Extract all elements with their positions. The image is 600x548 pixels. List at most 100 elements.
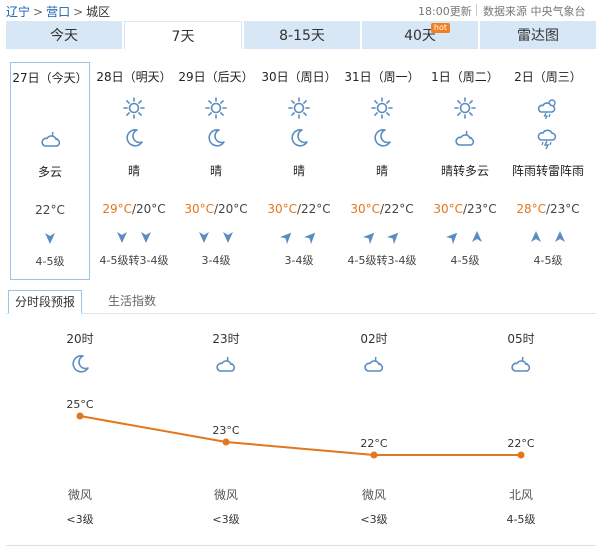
tab-radar[interactable]: 雷达图 xyxy=(480,21,596,49)
northeast-wind-icon xyxy=(386,230,401,245)
partly-cloudy-night-icon xyxy=(39,127,63,151)
moon-icon xyxy=(204,126,228,150)
hour-wind-level: 4-5级 xyxy=(506,513,536,526)
tab-8-15-days[interactable]: 8-15天 xyxy=(244,21,360,49)
divider xyxy=(476,4,477,16)
tab-hourly-forecast[interactable]: 分时段预报 xyxy=(8,290,83,314)
high-temp: 28°C xyxy=(516,202,546,216)
weather-text: 多云 xyxy=(37,165,62,179)
moon-icon xyxy=(68,352,92,376)
seven-day-forecast: 27日（今天） 多云 22°C 4-5级 28日（明天） 晴 29°C/20°C 4-5级转… xyxy=(6,62,596,280)
temperature: 28°C/23°C xyxy=(516,202,580,216)
low-temp: 20°C xyxy=(136,202,166,216)
wind-level: 4-5级 xyxy=(35,255,65,268)
temperature-label: 25°C xyxy=(66,398,93,411)
wind-level: 3-4级 xyxy=(201,254,231,267)
weather-text: 晴 xyxy=(375,164,388,178)
breadcrumb-district: 城区 xyxy=(86,5,111,19)
wind-level: 4-5级 xyxy=(533,254,563,267)
sun-icon xyxy=(287,96,311,120)
weather-text: 晴 xyxy=(292,164,305,178)
top-bar: 辽宁 > 营口 > 城区 18:00更新 数据来源 中央气象台 xyxy=(0,0,600,20)
south-wind-icon xyxy=(43,231,57,245)
day-column[interactable]: 29日（后天） 晴 30°C/20°C 3-4级 xyxy=(176,62,256,280)
low-temp: 20°C xyxy=(218,202,248,216)
day-date: 30日（周日） xyxy=(261,70,337,84)
wind-directions xyxy=(425,230,505,245)
temperature-point xyxy=(517,451,525,459)
sun-icon xyxy=(204,96,228,120)
wind-level: 4-5级转3-4级 xyxy=(347,254,417,267)
day-column[interactable]: 30日（周日） 晴 30°C/22°C 3-4级 xyxy=(259,62,339,280)
wind-level: 4-5级 xyxy=(450,254,480,267)
temperature-point xyxy=(370,451,378,459)
forecast-tabs: 今天 7天 8-15天 40天 hot 雷达图 xyxy=(6,21,596,49)
partly-cloudy-night-icon xyxy=(362,352,386,376)
low-temp: 22°C xyxy=(301,202,331,216)
hour-wind-direction: 微风 xyxy=(67,488,93,502)
moon-icon xyxy=(370,126,394,150)
tab-today[interactable]: 今天 xyxy=(6,21,122,49)
divider xyxy=(6,545,596,546)
northeast-wind-icon xyxy=(303,230,318,245)
northeast-wind-icon xyxy=(445,230,460,245)
weather-text: 晴 xyxy=(127,164,140,178)
breadcrumb-separator: > xyxy=(33,5,44,19)
temperature: 30°C/22°C xyxy=(267,202,331,216)
sun-icon xyxy=(122,96,146,120)
weather-text: 阵雨转雷阵雨 xyxy=(511,164,584,178)
sun-icon xyxy=(453,96,477,120)
south-wind-icon xyxy=(139,230,153,244)
hour-time: 05时 xyxy=(507,332,535,346)
low-temp: 23°C xyxy=(467,202,497,216)
temperature: 30°C/20°C xyxy=(184,202,248,216)
day-column[interactable]: 1日（周二） 晴转多云 30°C/23°C 4-5级 xyxy=(425,62,505,280)
hot-badge: hot xyxy=(430,23,450,33)
wind-level: 4-5级转3-4级 xyxy=(99,254,169,267)
breadcrumb-province[interactable]: 辽宁 xyxy=(6,5,30,19)
northeast-wind-icon xyxy=(362,230,377,245)
day-date: 29日（后天） xyxy=(178,70,254,84)
partly-cloudy-night-icon xyxy=(509,352,533,376)
breadcrumb-separator: > xyxy=(73,5,84,19)
hour-wind-level: <3级 xyxy=(212,513,240,526)
moon-icon xyxy=(122,126,146,150)
day-column[interactable]: 31日（周一） 晴 30°C/22°C 4-5级转3-4级 xyxy=(342,62,422,280)
wind-directions xyxy=(508,230,588,244)
wind-directions xyxy=(259,230,339,245)
wind-directions xyxy=(94,230,174,244)
breadcrumb: 辽宁 > 营口 > 城区 xyxy=(6,3,110,20)
tab-life-index[interactable]: 生活指数 xyxy=(102,290,162,314)
day-column[interactable]: 28日（明天） 晴 29°C/20°C 4-5级转3-4级 xyxy=(94,62,174,280)
day-date: 31日（周一） xyxy=(344,70,420,84)
north-wind-icon xyxy=(553,230,567,244)
hour-wind-level: <3级 xyxy=(360,513,388,526)
day-date: 28日（明天） xyxy=(96,70,172,84)
temperature: 30°C/23°C xyxy=(433,202,497,216)
hourly-forecast: 25°C 23°C 22°C 22°C 20时 微风 <3级 23时 微风 <3级 02时 微风 <… xyxy=(0,318,600,548)
thunder-shower-day-icon xyxy=(536,96,560,120)
day-column[interactable]: 27日（今天） 多云 22°C 4-5级 xyxy=(10,62,90,280)
partly-cloudy-night-icon xyxy=(453,126,477,150)
day-column[interactable]: 2日（周三） 阵雨转雷阵雨 28°C/23°C 4-5级 xyxy=(508,62,588,280)
weather-text: 晴转多云 xyxy=(440,164,489,178)
tab-7-days[interactable]: 7天 xyxy=(124,21,242,49)
temperature-line xyxy=(79,415,521,456)
low-temp: 23°C xyxy=(550,202,580,216)
south-wind-icon xyxy=(221,230,235,244)
tab-40-days[interactable]: 40天 hot xyxy=(362,21,478,49)
day-date: 27日（今天） xyxy=(12,71,88,85)
hour-time: 20时 xyxy=(66,332,94,346)
temperature: 30°C/22°C xyxy=(350,202,414,216)
weather-text: 晴 xyxy=(209,164,222,178)
wind-directions xyxy=(176,230,256,244)
hour-time: 23时 xyxy=(212,332,240,346)
breadcrumb-city[interactable]: 营口 xyxy=(46,5,70,19)
high-temp: 30°C xyxy=(350,202,380,216)
low-temp: 22°C xyxy=(35,203,65,217)
south-wind-icon xyxy=(115,230,129,244)
day-date: 1日（周二） xyxy=(431,70,499,84)
hour-wind-direction: 北风 xyxy=(508,488,534,502)
high-temp: 30°C xyxy=(184,202,214,216)
northeast-wind-icon xyxy=(279,230,294,245)
